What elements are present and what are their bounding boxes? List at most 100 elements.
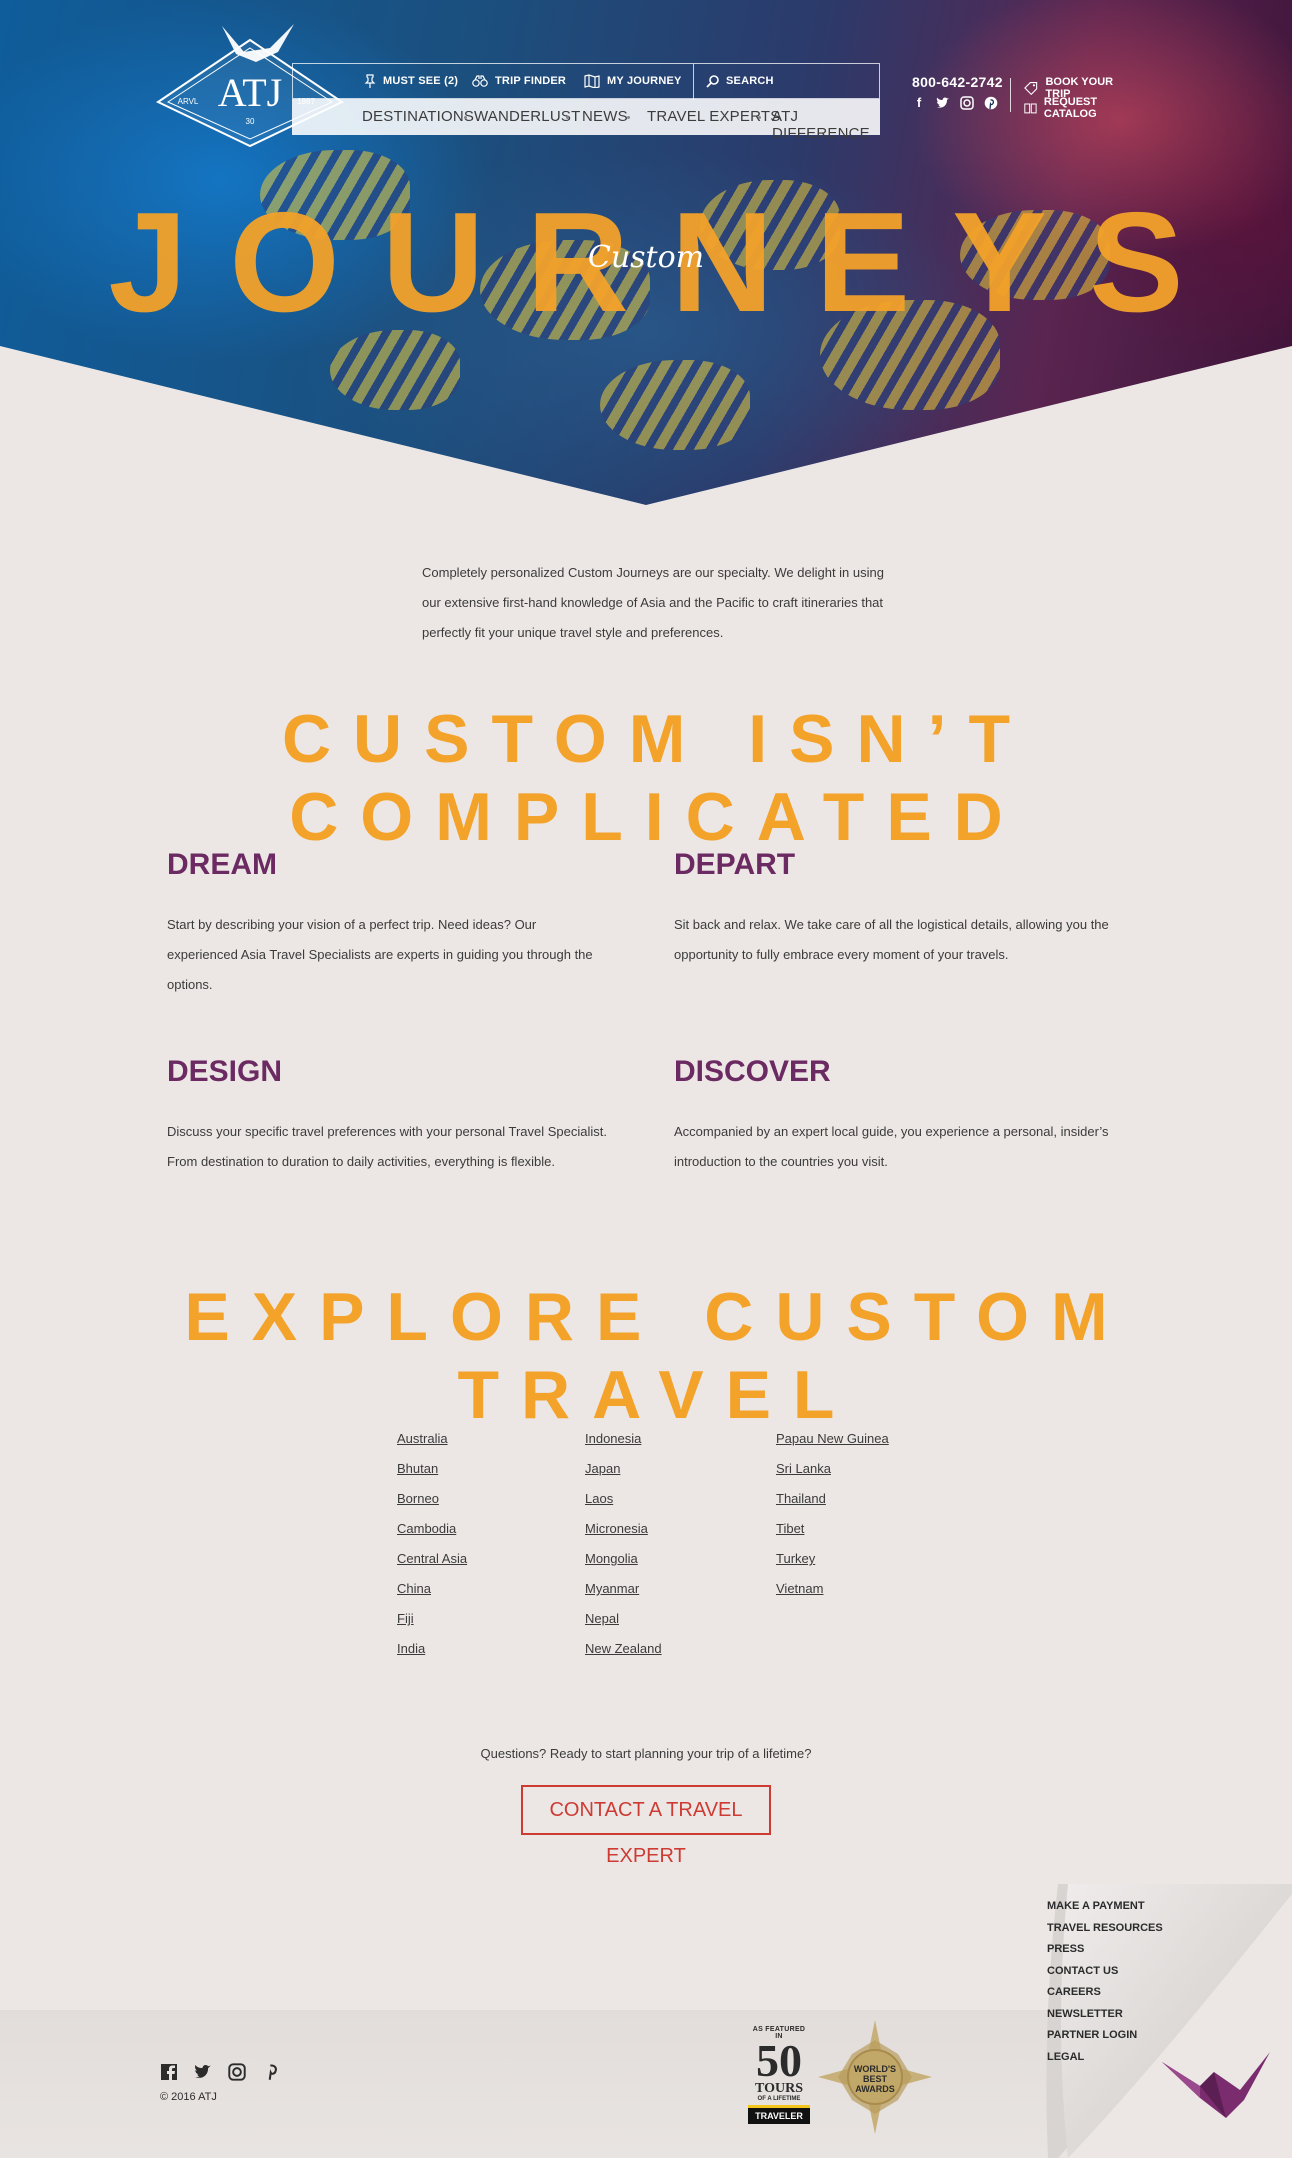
badge-lifetime: OF A LIFETIME (757, 2096, 801, 2102)
twitter-icon[interactable] (194, 2063, 212, 2081)
destination-link[interactable]: Vietnam (776, 1574, 889, 1604)
search-box[interactable]: SEARCH (693, 64, 881, 100)
destination-link[interactable]: Borneo (397, 1484, 467, 1514)
cta-question: Questions? Ready to start planning your … (480, 1746, 812, 1761)
top-navigation: MUST SEE (2) TRIP FINDER MY JOURNEY SEAR… (292, 63, 881, 142)
footer-link-contact-us[interactable]: CONTACT US (1047, 1961, 1163, 1983)
pinterest-icon[interactable] (984, 96, 998, 110)
hero-script: Custom (587, 240, 705, 275)
destination-link[interactable]: Indonesia (585, 1424, 662, 1454)
destination-link[interactable]: Turkey (776, 1544, 889, 1574)
destination-link[interactable]: Australia (397, 1424, 467, 1454)
logo-text: ATJ (218, 70, 282, 115)
destination-link[interactable]: Myanmar (585, 1574, 662, 1604)
destinations-column-1: Australia Bhutan Borneo Cambodia Central… (397, 1424, 467, 1664)
trip-finder-link[interactable]: TRIP FINDER (471, 74, 566, 88)
destination-link[interactable]: Papau New Guinea (776, 1424, 889, 1454)
badge-tours: TOURS (755, 2081, 803, 2096)
step-depart: DEPART Sit back and relax. We take care … (674, 848, 1114, 970)
nav-separator (758, 116, 761, 119)
footer-link-newsletter[interactable]: NEWSLETTER (1047, 2004, 1163, 2026)
my-journey-label: MY JOURNEY (607, 75, 682, 87)
contact-travel-expert-button[interactable]: CONTACT A TRAVEL EXPERT (521, 1785, 771, 1867)
destination-link[interactable]: Cambodia (397, 1514, 467, 1544)
header-contact-separator (1010, 78, 1011, 112)
nav-separator (464, 116, 467, 119)
twitter-icon[interactable] (936, 96, 950, 110)
footer-link-legal[interactable]: LEGAL (1047, 2047, 1163, 2069)
destination-link[interactable]: Sri Lanka (776, 1454, 889, 1484)
footer-link-careers[interactable]: CAREERS (1047, 1982, 1163, 2004)
my-journey-link[interactable]: MY JOURNEY (583, 74, 682, 88)
must-see-label: MUST SEE (2) (383, 75, 459, 87)
fifty-tours-badge: AS FEATURED IN 50 TOURS OF A LIFETIME TR… (748, 2026, 810, 2130)
footer-link-partner-login[interactable]: PARTNER LOGIN (1047, 2025, 1163, 2047)
tag-icon (1024, 82, 1038, 95)
utility-nav: MUST SEE (2) TRIP FINDER MY JOURNEY SEAR… (292, 63, 881, 100)
nav-atj-difference[interactable]: ATJ DIFFERENCE (772, 108, 880, 142)
phone-number[interactable]: 800-642-2742 (912, 74, 1003, 90)
step-text: Sit back and relax. We take care of all … (674, 917, 1109, 962)
svg-text:WORLD'S: WORLD'S (854, 2064, 896, 2074)
custom-heading: CUSTOM ISN’T COMPLICATED (281, 701, 1033, 855)
destination-link[interactable]: Thailand (776, 1484, 889, 1514)
footer-social-links (160, 2063, 280, 2081)
destination-link[interactable]: Laos (585, 1484, 662, 1514)
destination-link[interactable]: China (397, 1574, 467, 1604)
nav-destinations[interactable]: DESTINATIONS (362, 108, 474, 125)
facebook-icon[interactable] (160, 2063, 178, 2081)
logo-left-text: ARVL (178, 97, 199, 106)
destination-link[interactable]: Tibet (776, 1514, 889, 1544)
search-trigger[interactable]: SEARCH (706, 74, 774, 88)
destination-link[interactable]: Micronesia (585, 1514, 662, 1544)
footer-link-travel-resources[interactable]: TRAVEL RESOURCES (1047, 1918, 1163, 1940)
footer-links: MAKE A PAYMENT TRAVEL RESOURCES PRESS CO… (1047, 1896, 1163, 2068)
footer-link-make-payment[interactable]: MAKE A PAYMENT (1047, 1896, 1163, 1918)
destination-link[interactable]: Fiji (397, 1604, 467, 1634)
step-title: DREAM (167, 848, 277, 881)
step-title: DESIGN (167, 1055, 283, 1088)
main-nav: DESTINATIONS WANDERLUST NEWS TRAVEL EXPE… (292, 99, 880, 142)
request-catalog-link[interactable]: REQUEST CATALOG (1024, 96, 1132, 120)
book-icon (1024, 103, 1037, 114)
instagram-icon[interactable] (960, 96, 974, 110)
destination-link[interactable]: India (397, 1634, 467, 1664)
must-see-link[interactable]: MUST SEE (2) (363, 74, 458, 88)
logo-badge-text: 30 (246, 117, 255, 126)
footer-link-press[interactable]: PRESS (1047, 1939, 1163, 1961)
step-title: DEPART (674, 848, 796, 881)
step-text: Discuss your specific travel preferences… (167, 1124, 608, 1169)
binoculars-icon (472, 75, 488, 87)
badge-number: 50 (756, 2035, 802, 2086)
instagram-icon[interactable] (228, 2063, 246, 2081)
nav-separator (566, 116, 569, 119)
svg-text:AWARDS: AWARDS (855, 2084, 895, 2094)
request-catalog-label: REQUEST CATALOG (1043, 96, 1098, 120)
explore-heading: EXPLORE CUSTOM TRAVEL (184, 1279, 1130, 1433)
destination-link[interactable]: Bhutan (397, 1454, 467, 1484)
destination-link[interactable]: Nepal (585, 1604, 662, 1634)
nav-separator (627, 116, 630, 119)
svg-text:BEST: BEST (863, 2074, 888, 2084)
step-title: DISCOVER (674, 1055, 831, 1088)
destination-link[interactable]: New Zealand (585, 1634, 662, 1664)
pin-icon (364, 74, 376, 88)
step-discover: DISCOVER Accompanied by an expert local … (674, 1055, 1114, 1177)
destinations-column-3: Papau New Guinea Sri Lanka Thailand Tibe… (776, 1424, 889, 1604)
destination-link[interactable]: Mongolia (585, 1544, 662, 1574)
pinterest-icon[interactable] (262, 2063, 280, 2081)
map-icon (584, 74, 600, 88)
copyright: © 2016 ATJ (160, 2091, 217, 2103)
destination-link[interactable]: Japan (585, 1454, 662, 1484)
step-text: Start by describing your vision of a per… (167, 917, 593, 992)
trip-finder-label: TRIP FINDER (495, 75, 567, 87)
crane-icon (1162, 2052, 1270, 2118)
step-design: DESIGN Discuss your specific travel pref… (167, 1055, 607, 1177)
badge-publication: TRAVELER (748, 2105, 810, 2124)
nav-wanderlust[interactable]: WANDERLUST (474, 108, 580, 125)
step-dream: DREAM Start by describing your vision of… (167, 848, 607, 1000)
facebook-icon[interactable]: f (912, 96, 926, 110)
destination-link[interactable]: Central Asia (397, 1544, 467, 1574)
nav-news[interactable]: NEWS (582, 108, 628, 125)
step-text: Accompanied by an expert local guide, yo… (674, 1124, 1109, 1169)
